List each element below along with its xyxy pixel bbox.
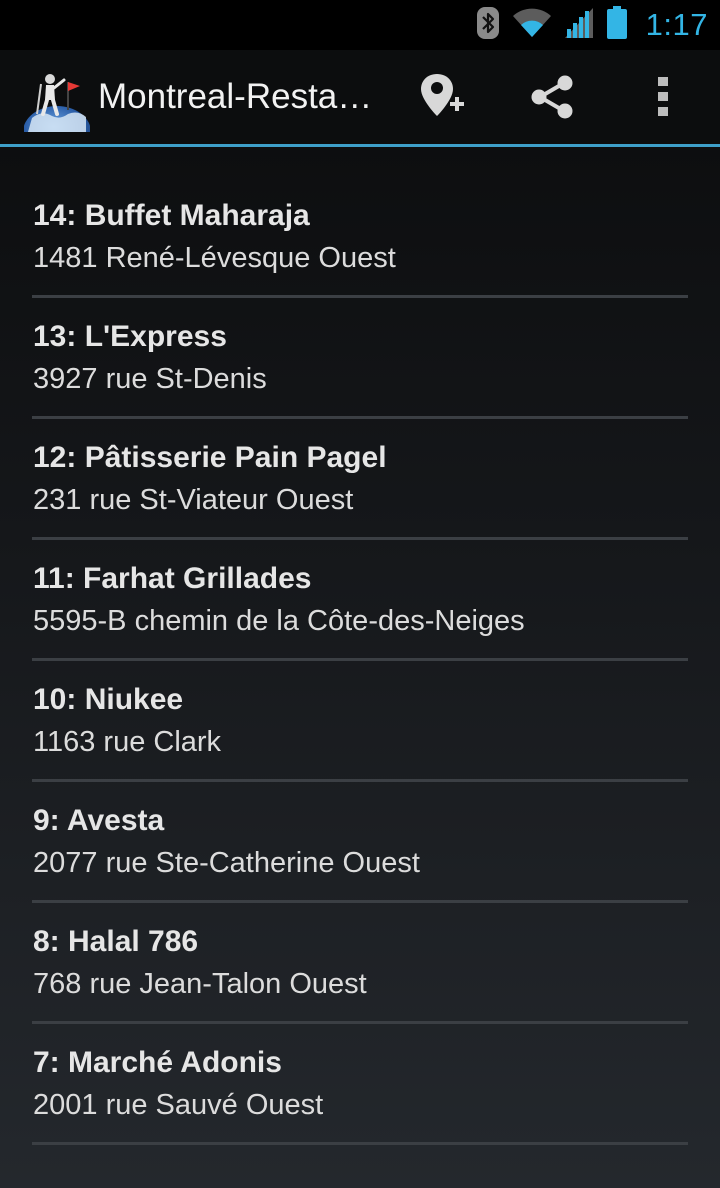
item-address: 5595-B chemin de la Côte-des-Neiges xyxy=(33,605,525,637)
status-clock: 1:17 xyxy=(645,7,708,42)
status-bar: 1:17 xyxy=(0,0,720,50)
item-address: 1481 René-Lévesque Ouest xyxy=(33,242,396,274)
item-title: 12: Pâtisserie Pain Pagel xyxy=(33,441,387,474)
share-icon xyxy=(528,73,576,126)
app-title: Montreal-Resta… xyxy=(98,77,373,116)
item-address: 768 rue Jean-Talon Ouest xyxy=(33,968,367,1000)
item-title: 8: Halal 786 xyxy=(33,925,199,958)
add-place-icon xyxy=(421,72,465,127)
list-item[interactable]: 14: Buffet Maharaja 1481 René-Lévesque O… xyxy=(32,177,688,298)
action-bar: Montreal-Resta… xyxy=(0,50,720,158)
overflow-menu-button[interactable] xyxy=(634,70,692,128)
item-title: 9: Avesta xyxy=(33,804,165,837)
list-item[interactable]: 9: Avesta 2077 rue Ste-Catherine Ouest xyxy=(32,782,688,903)
item-address: 231 rue St-Viateur Ouest xyxy=(33,484,354,516)
cell-signal-icon xyxy=(564,7,594,44)
list-item[interactable]: 11: Farhat Grillades 5595-B chemin de la… xyxy=(32,540,688,661)
overflow-menu-icon xyxy=(656,75,670,124)
item-title: 13: L'Express xyxy=(33,320,227,353)
list-item[interactable]: 8: Halal 786 768 rue Jean-Talon Ouest xyxy=(32,903,688,1024)
app-logo-icon[interactable] xyxy=(23,70,91,158)
status-icons: 1:17 xyxy=(476,0,708,50)
wifi-icon xyxy=(512,8,552,43)
list-item[interactable]: 10: Niukee 1163 rue Clark xyxy=(32,661,688,782)
list-item[interactable]: 12: Pâtisserie Pain Pagel 231 rue St-Via… xyxy=(32,419,688,540)
add-place-button[interactable] xyxy=(414,70,472,128)
battery-icon xyxy=(606,5,628,45)
bluetooth-icon xyxy=(476,6,500,45)
list-item[interactable]: 13: L'Express 3927 rue St-Denis xyxy=(32,298,688,419)
restaurant-list: 14: Buffet Maharaja 1481 René-Lévesque O… xyxy=(32,177,688,1145)
list-item[interactable]: 7: Marché Adonis 2001 rue Sauvé Ouest xyxy=(32,1024,688,1145)
item-address: 2001 rue Sauvé Ouest xyxy=(33,1089,324,1121)
item-title: 10: Niukee xyxy=(33,683,184,716)
item-title: 7: Marché Adonis xyxy=(33,1046,282,1079)
screen: 1:17 Montreal-Resta… 14: Buffet Maharaja… xyxy=(0,0,720,1188)
item-title: 14: Buffet Maharaja xyxy=(33,199,310,232)
item-address: 1163 rue Clark xyxy=(33,726,222,758)
item-title: 11: Farhat Grillades xyxy=(33,562,312,595)
item-address: 3927 rue St-Denis xyxy=(33,363,267,395)
item-address: 2077 rue Ste-Catherine Ouest xyxy=(33,847,420,879)
share-button[interactable] xyxy=(523,70,581,128)
